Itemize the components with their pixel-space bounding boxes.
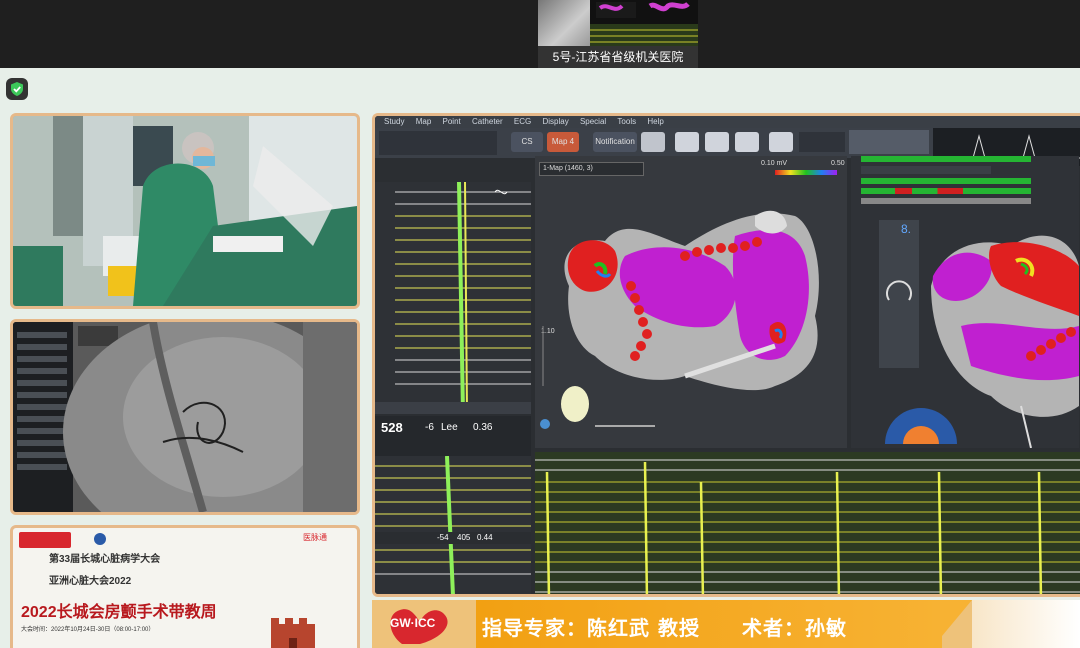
side-number: 8.: [901, 222, 912, 236]
poster-cn-title-1: 第33届长城心脏病学大会: [49, 554, 161, 565]
intracardiac-signals-lower: [375, 456, 531, 594]
readout-1: -6: [425, 422, 434, 433]
catheter-info-panel: 8.: [879, 220, 919, 368]
poster-headline: 2022长城会房颤手术带教周: [21, 604, 217, 621]
map-info-bar: [861, 166, 991, 174]
operating-room-scene: [13, 116, 357, 306]
notification-button[interactable]: Notification: [593, 132, 637, 152]
status-bar-green: [861, 156, 1031, 162]
thumbnail-caption: 5号-江苏省省级机关医院: [538, 46, 698, 68]
menu-display[interactable]: Display: [542, 117, 568, 126]
status-bar-mixed: [861, 188, 1031, 194]
value-1: -54: [437, 533, 449, 542]
shield-check-icon[interactable]: [6, 78, 28, 100]
thumbnail-preview-right: [590, 0, 698, 46]
menu-tools[interactable]: Tools: [617, 117, 636, 126]
map4-button[interactable]: Map 4: [547, 132, 579, 152]
arc-gauge-icon: [886, 280, 912, 301]
readout-3: 0.36: [473, 422, 493, 433]
fluoroscopy-image: [13, 322, 357, 512]
thumbnail-preview-left: [538, 0, 590, 46]
top-bar: 5号-江苏省省级机关医院: [0, 0, 1080, 68]
map-status: [849, 130, 929, 154]
menu-map[interactable]: Map: [416, 117, 432, 126]
gwicc-small-logo: [19, 532, 71, 548]
asia-heart-emblem: [94, 533, 106, 545]
great-wall-illustration: [271, 618, 315, 648]
banner-tail: [932, 600, 972, 648]
poster-brand: 医脉通: [303, 533, 327, 542]
value-2: 405: [457, 533, 471, 542]
ep-mapping-system: Study Map Point Catheter ECG Display Spe…: [372, 113, 1080, 597]
gwicc-logo-text: GW·ICC: [390, 616, 436, 630]
menu-special[interactable]: Special: [580, 117, 606, 126]
view-icon[interactable]: [769, 132, 793, 152]
eye-icon[interactable]: [675, 132, 699, 152]
conference-poster: 医脉通 第33届长城心脏病学大会 亚洲心脏大会2022 2022长城会房颤手术带…: [10, 525, 360, 648]
ep-menu-bar: Study Map Point Catheter ECG Display Spe…: [375, 116, 1080, 128]
menu-catheter[interactable]: Catheter: [472, 117, 503, 126]
video-thumbnail[interactable]: 5号-江苏省省级机关医院: [538, 0, 698, 68]
operating-room-video: [10, 113, 360, 309]
cs-button[interactable]: CS: [511, 132, 543, 152]
menu-help[interactable]: Help: [647, 117, 663, 126]
readout-panel: 528 -6 Lee 0.36: [375, 416, 531, 456]
ep-toolbar: CS Map 4 Notification: [375, 128, 1080, 166]
surface-ecg-strip: [535, 452, 1080, 594]
value-3: 0.44: [477, 533, 493, 542]
menu-study[interactable]: Study: [384, 117, 404, 126]
lecture-banner: GW·ICC 指导专家：陈红武 教授 术者：孙敏: [372, 600, 1080, 648]
camera-icon[interactable]: [735, 132, 759, 152]
3d-map-view[interactable]: 1-Map (1460, 3) 0.10 mV 0.50 1.10: [535, 156, 847, 448]
poster-cn-title-2: 亚洲心脏大会2022: [49, 576, 132, 587]
conference-stage: 医脉通 第33届长城心脏病学大会 亚洲心脏大会2022 2022长城会房颤手术带…: [0, 68, 1080, 648]
status-bar-green-2: [861, 178, 1031, 184]
map-mode-selector[interactable]: [799, 132, 845, 152]
thumbnail-map-preview: [590, 1, 698, 46]
menu-ecg[interactable]: ECG: [514, 117, 531, 126]
banner-white-end: [972, 600, 1080, 648]
menu-point[interactable]: Point: [443, 117, 461, 126]
secondary-map-view[interactable]: 8.: [851, 156, 1079, 448]
fluoroscopy-view: [10, 319, 360, 515]
home-icon[interactable]: [705, 132, 729, 152]
poster-date-line: 大会时间：2022年10月24日-30日（08:00-17:00）: [21, 627, 155, 633]
study-tabs[interactable]: [379, 131, 497, 155]
left-atrium-voltage-map: [540, 210, 819, 429]
toolbar-icon-1[interactable]: [641, 132, 665, 152]
intracardiac-signals-upper: [375, 182, 531, 414]
cycle-length-value: 528: [381, 420, 403, 435]
contact-force-gauge: [885, 408, 957, 444]
readout-2: Lee: [441, 422, 458, 433]
status-bar-grey: [861, 198, 1031, 204]
banner-text: 指导专家：陈红武 教授 术者：孙敏: [482, 616, 847, 640]
gwicc-logo: GW·ICC: [384, 604, 468, 646]
